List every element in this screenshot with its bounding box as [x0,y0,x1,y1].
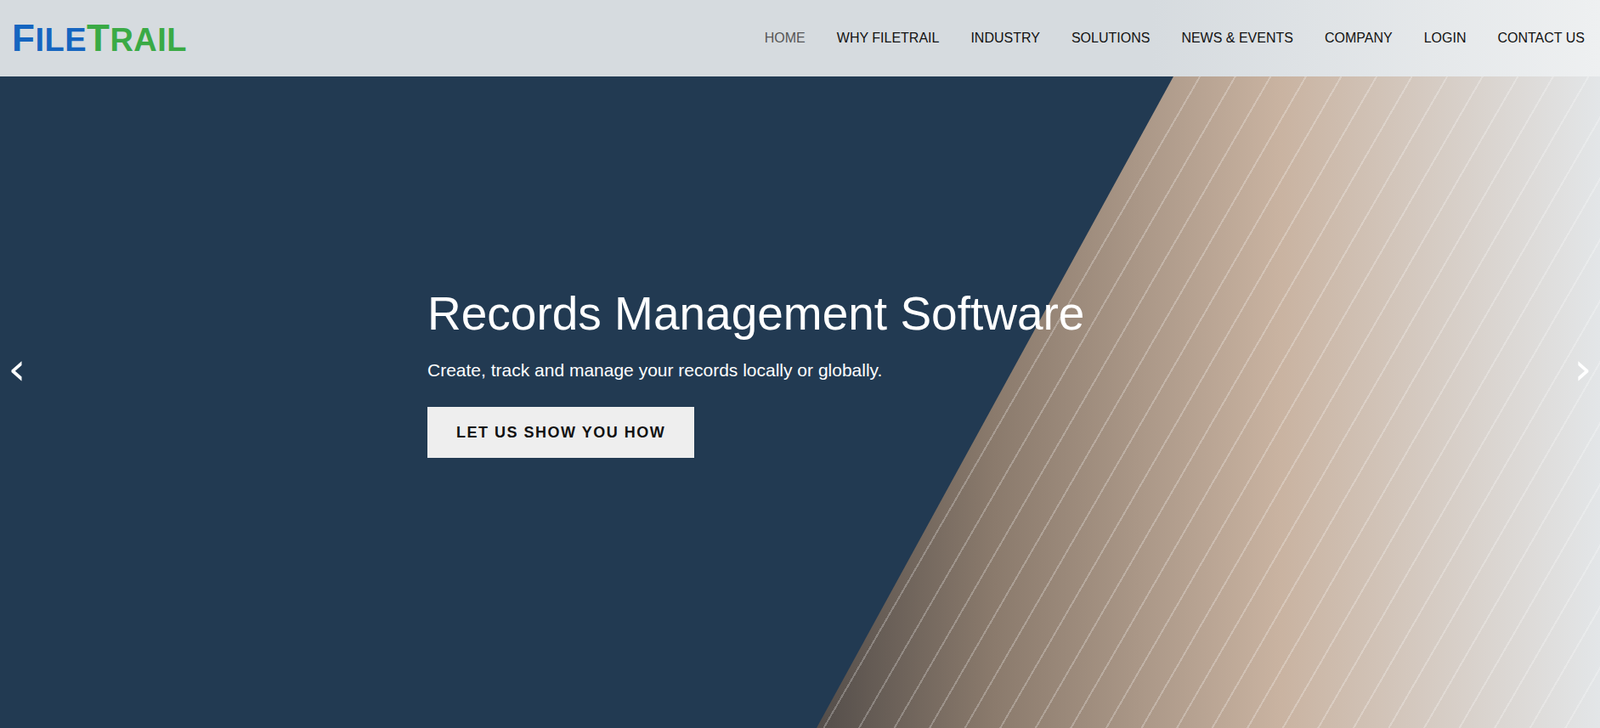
nav-item[interactable]: CONTACT US [1497,30,1585,46]
logo[interactable]: FileTrail [11,16,187,60]
hero-title: Records Management Software [427,285,1085,342]
prev-arrow-icon[interactable]: ‹ [0,346,34,391]
cta-button[interactable]: LET US SHOW YOU HOW [427,407,695,458]
next-arrow-icon[interactable]: › [1566,346,1600,391]
logo-first: File [11,16,87,60]
nav-item[interactable]: NEWS & EVENTS [1181,30,1294,46]
nav-item[interactable]: HOME [764,30,806,46]
main-nav: HOME WHY FILETRAIL INDUSTRY SOLUTIONS NEWS &… [764,30,1585,46]
hero-content: Records Management Software Create, track… [33,76,1567,728]
header: FileTrail HOME WHY FILETRAIL INDUSTRY SOLUTI… [0,0,1600,77]
nav-item[interactable]: COMPANY [1324,30,1393,46]
hero-photo [0,76,1600,728]
logo-second: Trail [86,16,187,60]
hero-subtitle: Create, track and manage your records lo… [427,358,882,382]
nav-item[interactable]: INDUSTRY [970,30,1041,46]
nav-item[interactable]: WHY FILETRAIL [836,30,940,46]
nav-item[interactable]: LOGIN [1424,30,1467,46]
nav-item[interactable]: SOLUTIONS [1071,30,1150,46]
page: FileTrail HOME WHY FILETRAIL INDUSTRY SOLUTI… [0,0,1600,728]
hero: ‹ Records Management Software Create, trac… [0,76,1600,728]
